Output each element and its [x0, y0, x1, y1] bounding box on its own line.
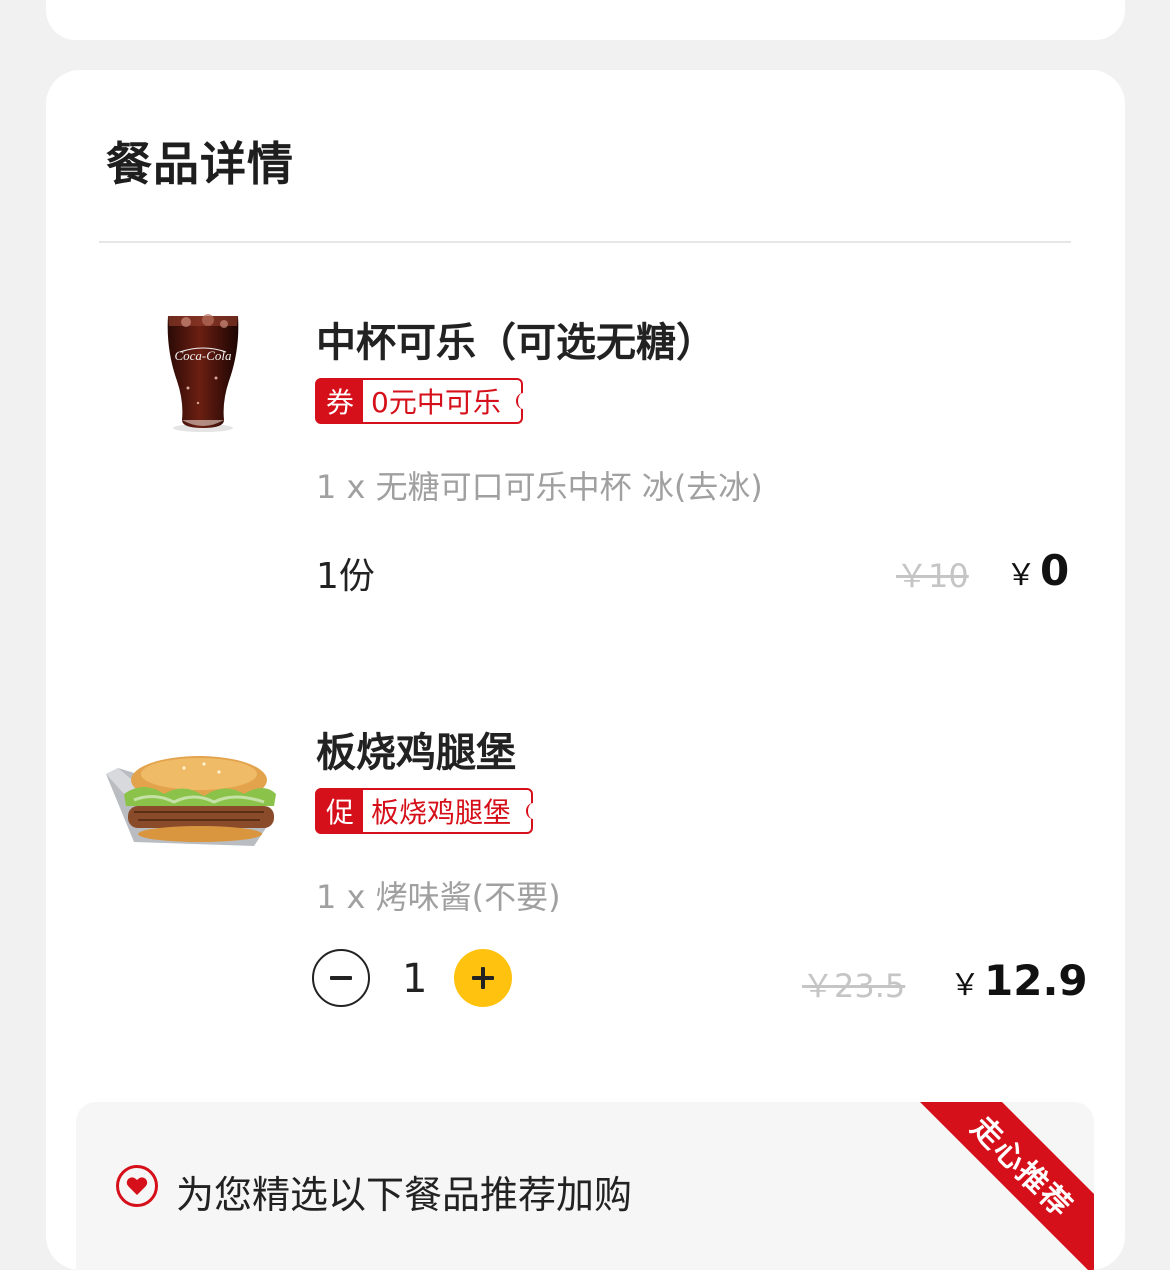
currency-symbol: ￥: [1006, 558, 1036, 593]
minus-icon: [330, 976, 352, 980]
cola-cup-image: Coca-Cola: [167, 314, 239, 432]
item-quantity: 1份: [316, 556, 375, 597]
recommendation-panel: 为您精选以下餐品推荐加购 走心推荐: [76, 1102, 1094, 1270]
coupon-tag: 券 0元中可乐: [315, 378, 530, 424]
svg-text:Coca-Cola: Coca-Cola: [174, 348, 232, 363]
item-name: 中杯可乐（可选无糖）: [316, 320, 716, 366]
promo-tag-text: 板烧鸡腿堡: [363, 790, 541, 832]
item-spec: 1 x 烤味酱(不要): [316, 878, 561, 916]
promo-tag: 促 板烧鸡腿堡: [315, 788, 541, 834]
recommendation-title: 为您精选以下餐品推荐加购: [176, 1173, 633, 1217]
price-value: 0: [1040, 546, 1070, 595]
current-price: ￥0: [1006, 546, 1069, 595]
promo-tag-type: 促: [317, 790, 363, 832]
item-spec: 1 x 无糖可口可乐中杯 冰(去冰): [316, 468, 763, 506]
original-price: ￥23.5: [802, 967, 906, 1005]
section-title: 餐品详情: [106, 137, 294, 191]
heart-icon: [116, 1165, 158, 1207]
meal-details-card: 餐品详情 Coca-Cola 中杯可乐（可选无糖） 券 0元中可乐 1 x 无糖…: [46, 70, 1125, 1270]
recommend-ribbon: 走心推荐: [904, 1102, 1094, 1270]
original-price: ￥10: [896, 557, 969, 595]
item-name: 板烧鸡腿堡: [316, 730, 516, 776]
chicken-burger-image: [106, 756, 276, 846]
current-price: ￥12.9: [950, 956, 1088, 1005]
previous-card: [46, 0, 1125, 40]
quantity-value: 1: [402, 956, 428, 1002]
increase-quantity-button[interactable]: [454, 949, 512, 1007]
plus-icon: [472, 967, 494, 989]
currency-symbol: ￥: [950, 968, 980, 1003]
coupon-tag-type: 券: [317, 380, 363, 422]
price-value: 12.9: [984, 956, 1088, 1005]
divider: [99, 241, 1071, 243]
coupon-tag-text: 0元中可乐: [363, 380, 530, 422]
decrease-quantity-button[interactable]: [312, 949, 370, 1007]
